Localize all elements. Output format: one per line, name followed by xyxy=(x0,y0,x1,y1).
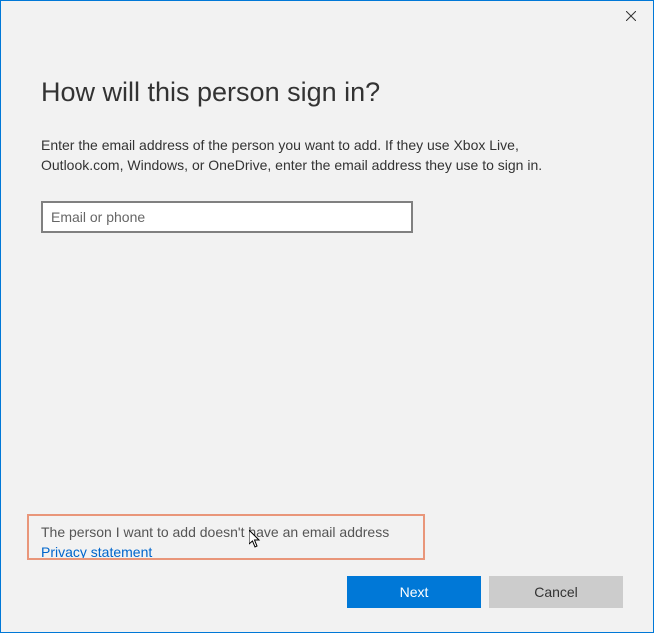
page-title: How will this person sign in? xyxy=(41,77,613,108)
close-icon xyxy=(626,11,636,21)
dialog-window: How will this person sign in? Enter the … xyxy=(0,0,654,633)
close-button[interactable] xyxy=(608,1,653,31)
dialog-content: How will this person sign in? Enter the … xyxy=(1,31,653,233)
titlebar xyxy=(1,1,653,31)
email-input[interactable] xyxy=(41,201,413,233)
no-email-link[interactable]: The person I want to add doesn't have an… xyxy=(41,524,389,540)
privacy-statement-link[interactable]: Privacy statement xyxy=(41,544,152,560)
cancel-button[interactable]: Cancel xyxy=(489,576,623,608)
next-button[interactable]: Next xyxy=(347,576,481,608)
instruction-text: Enter the email address of the person yo… xyxy=(41,136,601,175)
button-row: Next Cancel xyxy=(347,576,623,608)
